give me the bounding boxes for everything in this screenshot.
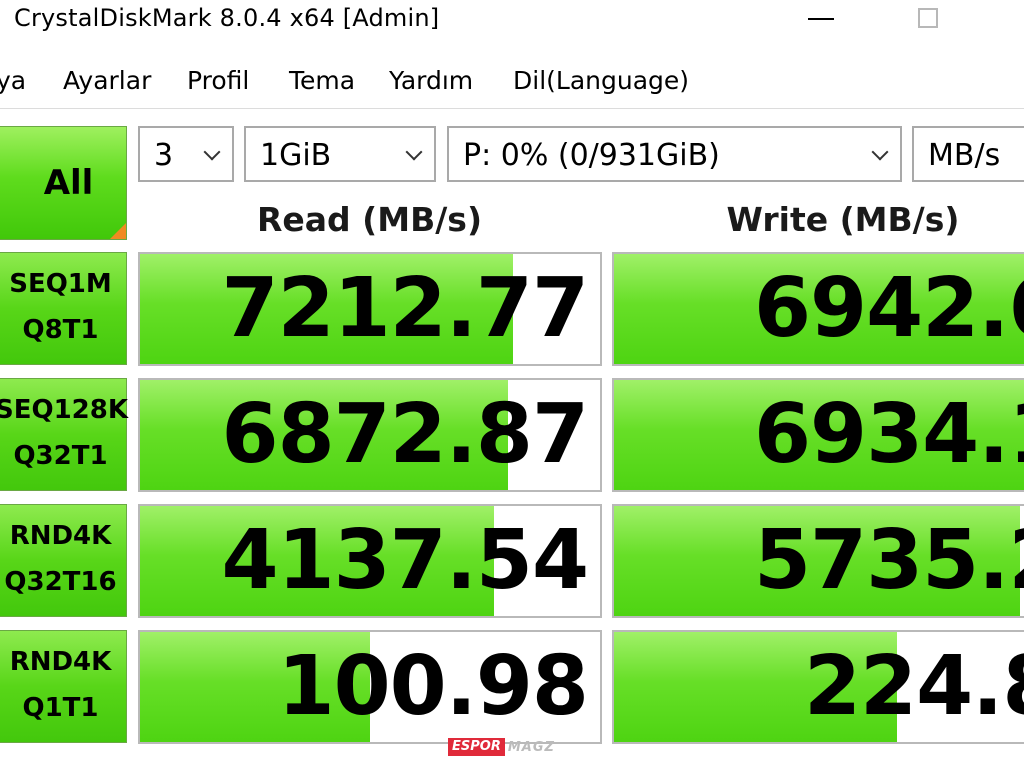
- drive-select[interactable]: P: 0% (0/931GiB): [447, 126, 902, 182]
- read-column-header: Read (MB/s): [257, 200, 483, 239]
- test-name: SEQ1M: [9, 269, 112, 299]
- chevron-down-icon: [203, 143, 221, 161]
- test-button-seq1m-q8t1[interactable]: SEQ1M Q8T1: [0, 252, 127, 365]
- test-button-rnd4k-q32t16[interactable]: RND4K Q32T16: [0, 504, 127, 617]
- test-name: SEQ128K: [0, 395, 129, 425]
- unit-select[interactable]: MB/s: [912, 126, 1024, 182]
- read-result-seq128k: 6872.87: [138, 378, 602, 492]
- write-result-rnd4k-q32t16: 5735.28: [612, 504, 1024, 618]
- read-value: 100.98: [277, 639, 589, 734]
- test-button-seq128k-q32t1[interactable]: SEQ128K Q32T1: [0, 378, 129, 491]
- drive-select-value: P: 0% (0/931GiB): [463, 138, 720, 173]
- write-value: 5735.28: [754, 513, 1024, 608]
- watermark-text-secondary: MAGZ: [507, 739, 555, 755]
- menu-help[interactable]: Yardım: [389, 66, 473, 95]
- menu-language[interactable]: Dil(Language): [513, 66, 689, 95]
- maximize-button[interactable]: [898, 0, 958, 44]
- test-params: Q8T1: [22, 315, 99, 345]
- size-select[interactable]: 1GiB: [244, 126, 436, 182]
- menu-settings[interactable]: Ayarlar: [63, 66, 151, 95]
- all-button-label: All: [43, 163, 94, 203]
- read-value: 7212.77: [221, 261, 589, 356]
- read-value: 4137.54: [221, 513, 589, 608]
- test-button-rnd4k-q1t1[interactable]: RND4K Q1T1: [0, 630, 127, 743]
- count-select[interactable]: 3: [138, 126, 234, 182]
- watermark-text-primary: ESPOR: [448, 738, 505, 756]
- write-result-rnd4k-q1t1: 224.86: [612, 630, 1024, 744]
- test-params: Q32T16: [4, 567, 117, 597]
- test-name: RND4K: [9, 647, 112, 677]
- read-value: 6872.87: [221, 387, 589, 482]
- test-name: RND4K: [9, 521, 112, 551]
- menu-file[interactable]: ya: [0, 66, 26, 95]
- corner-indicator-icon: [110, 223, 126, 239]
- write-result-seq128k: 6934.14: [612, 378, 1024, 492]
- unit-select-value: MB/s: [928, 138, 1001, 173]
- chevron-down-icon: [871, 143, 889, 161]
- read-result-rnd4k-q1t1: 100.98: [138, 630, 602, 744]
- menu-bar: ya Ayarlar Profil Tema Yardım Dil(Langua…: [0, 60, 1024, 104]
- write-value: 224.86: [804, 639, 1024, 734]
- menu-profile[interactable]: Profil: [187, 66, 249, 95]
- all-button[interactable]: All: [0, 126, 127, 240]
- menu-theme[interactable]: Tema: [289, 66, 355, 95]
- count-select-value: 3: [154, 138, 174, 173]
- watermark-logo: ESPOR MAGZ: [448, 738, 576, 756]
- write-result-seq1m: 6942.60: [612, 252, 1024, 366]
- chevron-down-icon: [405, 143, 423, 161]
- read-result-seq1m: 7212.77: [138, 252, 602, 366]
- write-column-header: Write (MB/s): [726, 200, 960, 239]
- read-result-rnd4k-q32t16: 4137.54: [138, 504, 602, 618]
- write-value: 6934.14: [754, 387, 1024, 482]
- window-title: CrystalDiskMark 8.0.4 x64 [Admin]: [14, 4, 440, 32]
- title-bar: CrystalDiskMark 8.0.4 x64 [Admin]: [0, 0, 1024, 44]
- test-params: Q32T1: [13, 441, 108, 471]
- size-select-value: 1GiB: [260, 138, 332, 173]
- minimize-button[interactable]: [790, 0, 850, 44]
- test-params: Q1T1: [22, 693, 99, 723]
- write-value: 6942.60: [754, 261, 1024, 356]
